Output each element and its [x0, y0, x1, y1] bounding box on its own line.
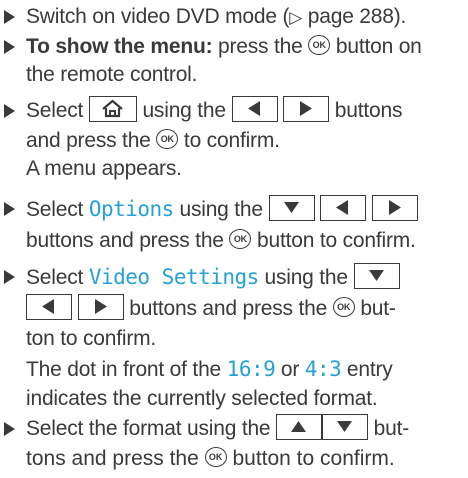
right-key — [283, 96, 330, 123]
down-arrow-icon — [283, 202, 299, 214]
down-key — [268, 195, 315, 222]
step-2-text-c: the remote control. — [26, 63, 198, 86]
menu-item-options: Options — [88, 197, 175, 221]
step-4-text-b: using the — [173, 198, 269, 221]
left-key — [231, 96, 278, 123]
step-6-text-d: button to confirm. — [226, 447, 395, 470]
bullet-arrow-icon — [4, 40, 15, 54]
step-3-text-c: buttons — [329, 99, 403, 122]
step-1-text-b: page 288). — [302, 5, 407, 28]
step-6-text-a: Select the format using the — [26, 417, 277, 440]
step-4-text-a: Select — [26, 198, 89, 221]
step-5-text-h: entry — [341, 358, 393, 381]
left-key — [26, 294, 72, 321]
step-5-text-e: ton to confirm. — [26, 327, 157, 350]
home-key — [88, 96, 137, 123]
ok-button-icon: OK — [229, 229, 252, 250]
page-ref-arrow-icon: ▷ — [289, 8, 303, 27]
home-icon — [102, 100, 123, 118]
left-key — [320, 195, 367, 222]
step-6-text-b: but- — [368, 417, 410, 440]
left-arrow-icon — [42, 299, 54, 315]
bullet-arrow-icon — [4, 422, 15, 436]
up-arrow-icon — [291, 421, 307, 433]
step-2-text-b: button on — [330, 35, 422, 58]
step-5-text-c: buttons and press the — [123, 297, 333, 320]
down-arrow-icon — [368, 270, 384, 282]
step-4-text-c: buttons and press the — [26, 229, 230, 252]
step-5-text-b: using the — [258, 266, 354, 289]
menu-item-video-settings: Video Settings — [88, 265, 260, 289]
right-arrow-icon — [94, 299, 107, 315]
step-4-text-d: button to confirm. — [251, 229, 416, 252]
step-2-text-a: press the — [212, 35, 309, 58]
step-5-text-a: Select — [26, 266, 89, 289]
bullet-arrow-icon — [4, 104, 15, 118]
left-arrow-icon — [247, 101, 260, 117]
step-3-text-d: and press the — [26, 129, 157, 152]
ok-button-icon: OK — [332, 297, 355, 318]
right-arrow-icon — [388, 200, 401, 216]
down-arrow-icon — [337, 421, 353, 433]
right-arrow-icon — [300, 101, 313, 117]
step-1-text-a: Switch on video DVD mode ( — [26, 5, 290, 28]
step-3-text-f: A menu appears. — [26, 157, 182, 180]
step-3-text-b: using the — [136, 99, 232, 122]
step-6-text-c: tons and press the — [26, 447, 205, 470]
down-key — [353, 263, 400, 290]
bullet-arrow-icon — [4, 202, 15, 216]
right-key — [77, 294, 124, 321]
ok-button-icon: OK — [204, 447, 227, 468]
right-key — [371, 195, 418, 222]
step-6-line-2: tons and press the OK button to confirm. — [26, 442, 395, 476]
format-option-16-9: 16:9 — [226, 357, 276, 381]
ok-button-icon: OK — [308, 35, 331, 56]
format-option-4-3: 4:3 — [304, 357, 342, 381]
step-5-text-i: indicates the currently selected format. — [26, 387, 378, 410]
down-key — [322, 414, 369, 441]
bullet-arrow-icon — [4, 10, 15, 24]
ok-button-icon: OK — [156, 129, 179, 150]
step-5-text-f: The dot in front of the — [26, 358, 227, 381]
up-key — [276, 414, 323, 441]
left-arrow-icon — [336, 200, 349, 216]
step-2-bold-label: To show the menu: — [26, 35, 213, 58]
instruction-document: Switch on video DVD mode (▷ page 288). T… — [0, 0, 468, 478]
bullet-arrow-icon — [4, 270, 15, 284]
step-3-text-e: to confirm. — [178, 129, 280, 152]
step-5-text-d: but- — [354, 297, 396, 320]
step-3-text-a: Select — [26, 99, 89, 122]
step-5-text-g: or — [275, 358, 305, 381]
